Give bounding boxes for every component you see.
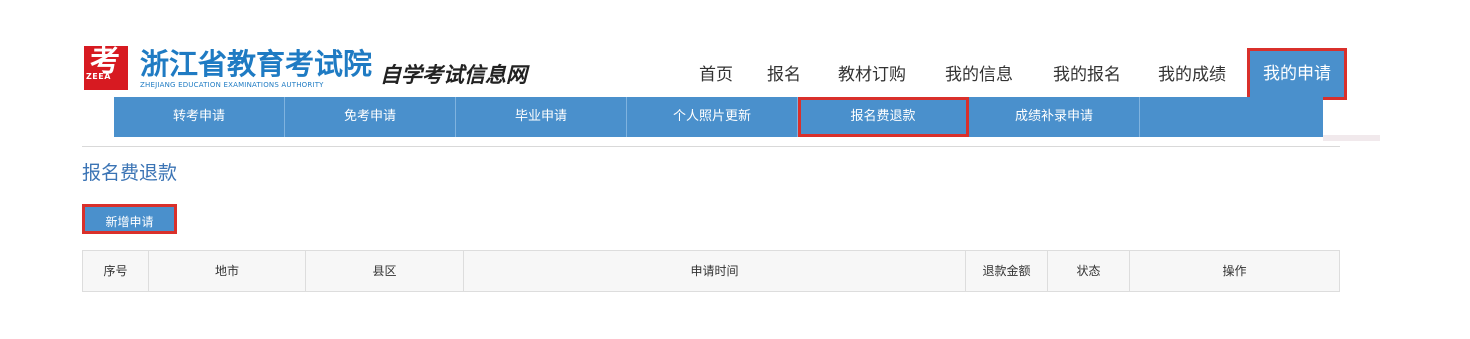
column-header-actions: 操作 xyxy=(1222,264,1247,278)
subnav-graduation-application[interactable]: 毕业申请 xyxy=(456,97,627,137)
nav-my-info[interactable]: 我的信息 xyxy=(945,59,1013,91)
nav-textbook-order[interactable]: 教材订购 xyxy=(838,59,906,91)
nav-home[interactable]: 首页 xyxy=(699,59,733,91)
subnav-exemption-application[interactable]: 免考申请 xyxy=(285,97,456,137)
sub-navigation: 转考申请 免考申请 毕业申请 个人照片更新 报名费退款 成绩补录申请 xyxy=(114,97,1323,137)
nav-registration[interactable]: 报名 xyxy=(767,59,801,91)
refund-table-header: 序号 地市 县区 申请时间 退款金额 状态 操作 xyxy=(82,250,1340,292)
decorative-shadow xyxy=(1323,135,1380,141)
column-header-apply-time: 申请时间 xyxy=(464,251,966,291)
column-header-status: 状态 xyxy=(1048,251,1130,291)
subnav-fee-refund[interactable]: 报名费退款 xyxy=(798,97,969,137)
section-divider xyxy=(82,146,1340,147)
column-header-city: 地市 xyxy=(149,251,306,291)
top-navigation: 首页 报名 教材订购 我的信息 我的报名 我的成绩 我的申请 xyxy=(0,48,1470,100)
column-header-refund-amount: 退款金额 xyxy=(966,251,1048,291)
subnav-photo-update[interactable]: 个人照片更新 xyxy=(627,97,798,137)
nav-my-applications[interactable]: 我的申请 xyxy=(1247,48,1347,100)
subnav-score-supplement[interactable]: 成绩补录申请 xyxy=(969,97,1140,137)
page-title: 报名费退款 xyxy=(82,162,178,184)
subnav-empty-cell xyxy=(1140,97,1323,137)
nav-my-scores[interactable]: 我的成绩 xyxy=(1158,59,1226,91)
nav-my-registration[interactable]: 我的报名 xyxy=(1053,59,1121,91)
column-header-index: 序号 xyxy=(83,251,149,291)
subnav-transfer-application[interactable]: 转考申请 xyxy=(114,97,285,137)
column-header-county: 县区 xyxy=(306,251,464,291)
add-application-button[interactable]: 新增申请 xyxy=(82,204,177,234)
